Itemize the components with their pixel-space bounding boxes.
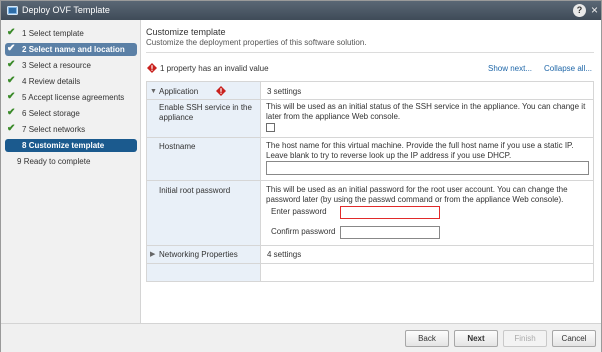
vm-deploy-icon — [7, 6, 18, 15]
expand-down-icon[interactable]: ▼ — [150, 88, 157, 95]
wizard-footer: Back Next Finish Cancel — [1, 323, 601, 352]
step-number: 6 — [22, 109, 27, 118]
main-panel: Customize template Customize the deploym… — [146, 20, 596, 323]
step-label: Review details — [28, 77, 81, 86]
step-accept-license-agreements[interactable]: ✔ 5 Accept license agreements — [5, 91, 137, 104]
group-label: Application — [159, 87, 199, 96]
step-select-storage[interactable]: ✔ 6 Select storage — [5, 107, 137, 120]
step-number: 3 — [22, 61, 27, 70]
warning-text: 1 property has an invalid value — [160, 64, 269, 73]
check-icon: ✔ — [7, 91, 16, 102]
step-number: 2 — [22, 45, 27, 54]
step-number: 8 — [22, 141, 27, 150]
error-icon — [147, 63, 157, 73]
close-button[interactable]: × — [588, 4, 601, 17]
enter-password-label: Enter password — [271, 207, 327, 216]
step-label: Select storage — [28, 109, 80, 118]
confirm-password-input[interactable] — [340, 226, 440, 239]
group-settings-count: 4 settings — [267, 250, 302, 259]
root-password-property-label: Initial root password — [159, 186, 231, 195]
deploy-ovf-dialog: Deploy OVF Template ? × ✔ 1 Select templ… — [0, 0, 602, 352]
step-review-details[interactable]: ✔ 4 Review details — [5, 75, 137, 88]
row-divider — [147, 99, 593, 100]
ssh-property-description: This will be used as an initial status o… — [266, 102, 586, 121]
step-select-name-and-location[interactable]: ✔ 2 Select name and location — [5, 43, 137, 56]
row-divider — [147, 263, 593, 264]
row-divider — [147, 137, 593, 138]
validation-summary: 1 property has an invalid value Show nex… — [146, 63, 594, 75]
step-select-networks[interactable]: ✔ 7 Select networks — [5, 123, 137, 136]
ssh-property-label: Enable SSH service in the appliance — [159, 103, 252, 122]
collapse-all-link[interactable]: Collapse all... — [544, 64, 592, 73]
group-settings-count: 3 settings — [267, 87, 302, 96]
check-icon: ✔ — [7, 107, 16, 118]
step-label: Select template — [28, 29, 84, 38]
step-number: 1 — [22, 29, 27, 38]
step-number: 9 — [17, 157, 22, 166]
step-select-template[interactable]: ✔ 1 Select template — [5, 27, 137, 40]
window-title: Deploy OVF Template — [22, 5, 110, 15]
check-icon: ✔ — [7, 123, 16, 134]
step-label: Ready to complete — [23, 157, 91, 166]
step-select-a-resource[interactable]: ✔ 3 Select a resource — [5, 59, 137, 72]
properties-grid: ▼ Application 3 settings Enable SSH serv… — [146, 81, 594, 282]
expand-right-icon[interactable]: ▶ — [150, 251, 155, 258]
check-icon: ✔ — [7, 59, 16, 70]
confirm-password-label: Confirm password — [271, 227, 336, 236]
enter-password-input[interactable] — [340, 206, 440, 219]
title-bar: Deploy OVF Template ? × — [1, 1, 601, 20]
error-icon — [216, 86, 226, 96]
cancel-button[interactable]: Cancel — [552, 330, 596, 347]
step-label: Select name and location — [28, 45, 125, 54]
step-customize-template[interactable]: 8 Customize template — [5, 139, 137, 152]
group-row-application[interactable]: ▼ Application 3 settings — [147, 85, 593, 98]
step-number: 4 — [22, 77, 27, 86]
hostname-property-label: Hostname — [159, 142, 196, 151]
page-title: Customize template — [146, 27, 226, 37]
finish-button: Finish — [503, 330, 547, 347]
hostname-input[interactable] — [266, 161, 589, 175]
step-number: 5 — [22, 93, 27, 102]
check-icon: ✔ — [7, 43, 16, 54]
check-icon: ✔ — [7, 75, 16, 86]
next-button[interactable]: Next — [454, 330, 498, 347]
group-row-networking-properties[interactable]: ▶ Networking Properties 4 settings — [147, 248, 593, 261]
show-next-link[interactable]: Show next... — [488, 64, 532, 73]
step-number: 7 — [22, 125, 27, 134]
step-label: Select networks — [28, 125, 86, 134]
enable-ssh-checkbox[interactable] — [266, 123, 275, 132]
row-divider — [147, 245, 593, 246]
check-icon: ✔ — [7, 27, 16, 38]
back-button[interactable]: Back — [405, 330, 449, 347]
hostname-property-description: The host name for this virtual machine. … — [266, 141, 574, 160]
help-button[interactable]: ? — [573, 4, 586, 17]
step-label: Select a resource — [28, 61, 91, 70]
group-label: Networking Properties — [159, 250, 238, 259]
root-password-property-description: This will be used as an initial password… — [266, 185, 568, 204]
page-subtitle: Customize the deployment properties of t… — [146, 38, 367, 47]
wizard-steps: ✔ 1 Select template ✔ 2 Select name and … — [1, 20, 141, 323]
step-label: Customize template — [28, 141, 105, 150]
divider — [146, 52, 594, 53]
step-ready-to-complete: 9 Ready to complete — [5, 155, 137, 168]
row-divider — [147, 180, 593, 181]
step-label: Accept license agreements — [28, 93, 125, 102]
